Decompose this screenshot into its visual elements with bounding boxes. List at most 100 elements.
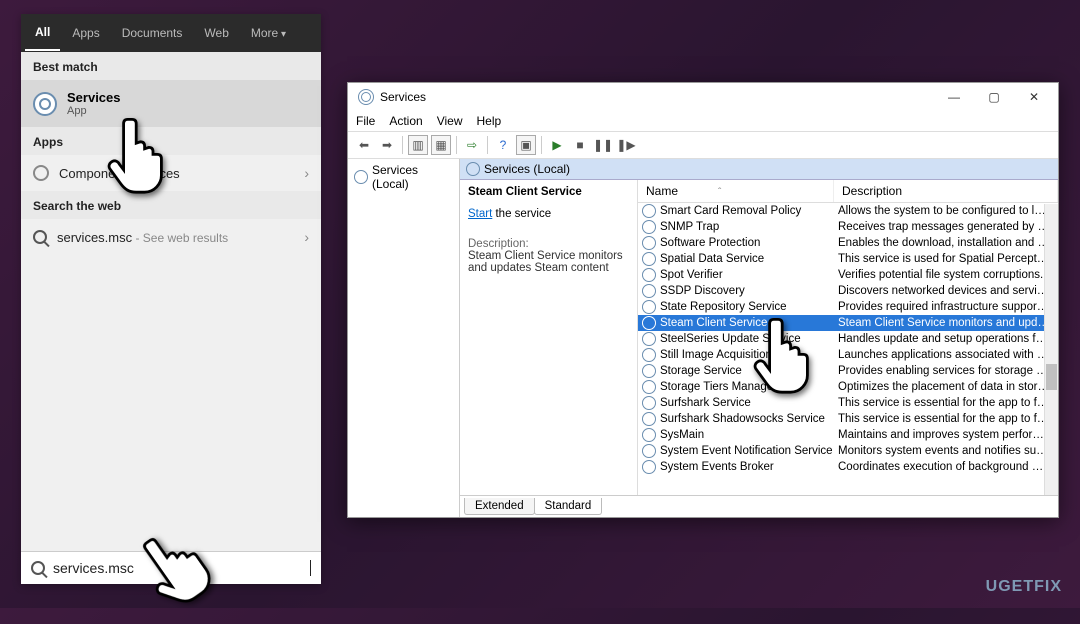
pause-service-button[interactable]: ❚❚	[593, 135, 613, 155]
bottom-tabs: Extended Standard	[460, 495, 1058, 517]
vertical-scrollbar[interactable]	[1044, 204, 1058, 495]
gear-icon	[642, 236, 656, 250]
main-header-label: Services (Local)	[484, 162, 570, 176]
component-services-label: Component Services	[59, 166, 180, 181]
service-name: Spot Verifier	[660, 269, 838, 281]
gear-icon	[642, 252, 656, 266]
menu-view[interactable]: View	[437, 114, 463, 128]
chevron-right-icon: ›	[304, 165, 309, 181]
show-hide-tree-button[interactable]: ▥	[408, 135, 428, 155]
service-name: State Repository Service	[660, 301, 838, 313]
service-row[interactable]: Software ProtectionEnables the download,…	[638, 235, 1058, 251]
service-description: Monitors system events and notifies subs…	[838, 445, 1058, 457]
menu-file[interactable]: File	[356, 114, 375, 128]
column-name[interactable]: Nameˆ	[638, 180, 834, 202]
properties-button[interactable]: ▦	[431, 135, 451, 155]
gear-icon	[642, 220, 656, 234]
service-description: Maintains and improves system performanc…	[838, 429, 1058, 441]
service-row[interactable]: Still Image Acquisition EvenLaunches app…	[638, 347, 1058, 363]
back-button[interactable]: ⬅	[354, 135, 374, 155]
service-row[interactable]: Storage ServiceProvides enabling service…	[638, 363, 1058, 379]
service-row[interactable]: State Repository ServiceProvides require…	[638, 299, 1058, 315]
start-rest-text: the service	[492, 208, 551, 220]
service-name: Storage Service	[660, 365, 838, 377]
gear-icon	[642, 460, 656, 474]
titlebar[interactable]: Services — ▢ ✕	[348, 83, 1058, 111]
service-row[interactable]: Spot VerifierVerifies potential file sys…	[638, 267, 1058, 283]
service-description: Coordinates execution of background work…	[838, 461, 1058, 473]
menu-help[interactable]: Help	[477, 114, 502, 128]
service-name: Still Image Acquisition Even	[660, 349, 838, 361]
help-button[interactable]: ?	[493, 135, 513, 155]
start-service-link[interactable]: Start	[468, 208, 492, 220]
services-icon	[358, 89, 374, 105]
service-description: Allows the system to be configured to lo…	[838, 205, 1058, 217]
service-name: Smart Card Removal Policy	[660, 205, 838, 217]
service-description: This service is used for Spatial Percept…	[838, 253, 1058, 265]
tab-all[interactable]: All	[25, 15, 60, 51]
tab-more[interactable]: More	[241, 16, 296, 50]
service-description: Provides enabling services for storage s…	[838, 365, 1058, 377]
service-description: Discovers networked devices and services…	[838, 285, 1058, 297]
stop-service-button[interactable]: ■	[570, 135, 590, 155]
service-row[interactable]: SteelSeries Update ServiceHandles update…	[638, 331, 1058, 347]
menubar: File Action View Help	[348, 111, 1058, 131]
service-row[interactable]: System Event Notification ServiceMonitor…	[638, 443, 1058, 459]
gear-icon	[642, 380, 656, 394]
service-row[interactable]: Surfshark Shadowsocks ServiceThis servic…	[638, 411, 1058, 427]
restart-service-button[interactable]: ❚▶	[616, 135, 636, 155]
close-button[interactable]: ✕	[1014, 83, 1054, 111]
tab-web[interactable]: Web	[194, 16, 238, 50]
maximize-button[interactable]: ▢	[974, 83, 1014, 111]
selected-service-name: Steam Client Service	[468, 186, 629, 198]
service-row[interactable]: Smart Card Removal PolicyAllows the syst…	[638, 203, 1058, 219]
tab-apps[interactable]: Apps	[62, 16, 109, 50]
service-name: Surfshark Service	[660, 397, 838, 409]
tab-extended[interactable]: Extended	[464, 498, 535, 515]
best-match-item[interactable]: Services App	[21, 80, 321, 127]
tab-standard[interactable]: Standard	[534, 498, 603, 515]
service-description: Launches applications associated with st…	[838, 349, 1058, 361]
watermark: UGETFIX	[986, 578, 1062, 596]
apps-item-component-services[interactable]: Component Services ›	[21, 155, 321, 191]
export-button[interactable]: ⇨	[462, 135, 482, 155]
service-rows[interactable]: Smart Card Removal PolicyAllows the syst…	[638, 203, 1058, 494]
apps-header: Apps	[21, 127, 321, 155]
service-description: Handles update and setup operations for …	[838, 333, 1058, 345]
service-row[interactable]: SNMP TrapReceives trap messages generate…	[638, 219, 1058, 235]
service-row[interactable]: Storage Tiers ManagementOptimizes the pl…	[638, 379, 1058, 395]
search-icon	[33, 230, 47, 244]
service-row[interactable]: SSDP DiscoveryDiscovers networked device…	[638, 283, 1058, 299]
column-description[interactable]: Description	[834, 180, 1058, 202]
service-name: SSDP Discovery	[660, 285, 838, 297]
service-row[interactable]: Steam Client ServiceSteam Client Service…	[638, 315, 1058, 331]
search-bar[interactable]	[21, 551, 321, 584]
forward-button[interactable]: ➡	[377, 135, 397, 155]
gear-icon	[642, 300, 656, 314]
web-query: services.msc	[57, 230, 132, 245]
service-row[interactable]: SysMainMaintains and improves system per…	[638, 427, 1058, 443]
search-input[interactable]	[53, 560, 302, 576]
tab-documents[interactable]: Documents	[112, 16, 193, 50]
window-title: Services	[380, 90, 934, 104]
refresh-button[interactable]: ▣	[516, 135, 536, 155]
service-row[interactable]: Surfshark ServiceThis service is essenti…	[638, 395, 1058, 411]
service-name: System Events Broker	[660, 461, 838, 473]
start-service-button[interactable]: ▶	[547, 135, 567, 155]
menu-action[interactable]: Action	[389, 114, 422, 128]
service-description: Provides required infrastructure support…	[838, 301, 1058, 313]
text-caret	[310, 560, 311, 576]
service-row[interactable]: System Events BrokerCoordinates executio…	[638, 459, 1058, 475]
web-result-item[interactable]: services.msc - See web results ›	[21, 219, 321, 255]
tree-node-services-local[interactable]: Services (Local)	[354, 163, 453, 191]
tree-pane[interactable]: Services (Local)	[348, 159, 460, 517]
service-row[interactable]: Spatial Data ServiceThis service is used…	[638, 251, 1058, 267]
sort-indicator-icon: ˆ	[718, 187, 721, 198]
scrollbar-thumb[interactable]	[1046, 364, 1057, 390]
description-label: Description:	[468, 238, 629, 250]
minimize-button[interactable]: —	[934, 83, 974, 111]
column-headers[interactable]: Nameˆ Description	[638, 180, 1058, 203]
service-name: Spatial Data Service	[660, 253, 838, 265]
start-menu-panel: All Apps Documents Web More Best match S…	[21, 14, 321, 584]
services-list: Nameˆ Description Smart Card Removal Pol…	[638, 180, 1058, 495]
